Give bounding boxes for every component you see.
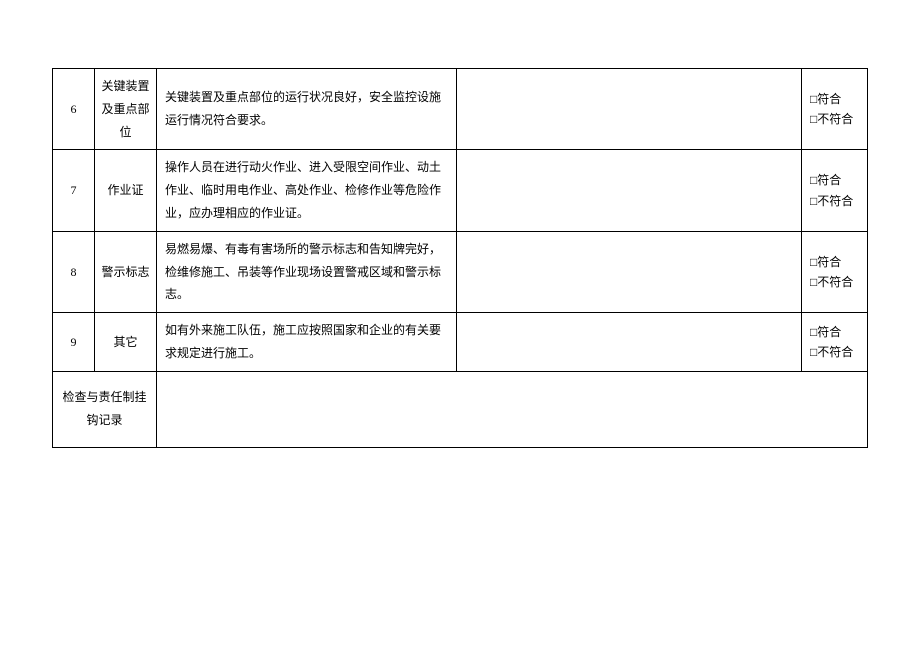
row-category: 作业证 [95,150,157,231]
row-number: 6 [53,69,95,150]
row-status: □符合□不符合 [802,69,868,150]
row-number: 7 [53,150,95,231]
row-description: 易燃易爆、有毒有害场所的警示标志和告知牌完好，检维修施工、吊装等作业现场设置警戒… [157,231,457,312]
row-number: 8 [53,231,95,312]
inspection-table: 6 关键装置及重点部位 关键装置及重点部位的运行状况良好，安全监控设施运行情况符… [52,68,868,448]
table-row: 8 警示标志 易燃易爆、有毒有害场所的警示标志和告知牌完好，检维修施工、吊装等作… [53,231,868,312]
table-row: 9 其它 如有外来施工队伍，施工应按照国家和企业的有关要求规定进行施工。 □符合… [53,313,868,372]
row-blank [457,69,802,150]
table-row: 7 作业证 操作人员在进行动火作业、进入受限空间作业、动土作业、临时用电作业、高… [53,150,868,231]
row-status: □符合□不符合 [802,231,868,312]
row-description: 操作人员在进行动火作业、进入受限空间作业、动土作业、临时用电作业、高处作业、检修… [157,150,457,231]
row-category: 关键装置及重点部位 [95,69,157,150]
table-footer-row: 检查与责任制挂钩记录 [53,371,868,447]
row-category: 警示标志 [95,231,157,312]
row-blank [457,231,802,312]
footer-label: 检查与责任制挂钩记录 [53,371,157,447]
row-blank [457,313,802,372]
row-description: 关键装置及重点部位的运行状况良好，安全监控设施运行情况符合要求。 [157,69,457,150]
table-row: 6 关键装置及重点部位 关键装置及重点部位的运行状况良好，安全监控设施运行情况符… [53,69,868,150]
row-category: 其它 [95,313,157,372]
row-number: 9 [53,313,95,372]
row-blank [457,150,802,231]
footer-blank [157,371,868,447]
row-status: □符合□不符合 [802,150,868,231]
row-status: □符合□不符合 [802,313,868,372]
row-description: 如有外来施工队伍，施工应按照国家和企业的有关要求规定进行施工。 [157,313,457,372]
